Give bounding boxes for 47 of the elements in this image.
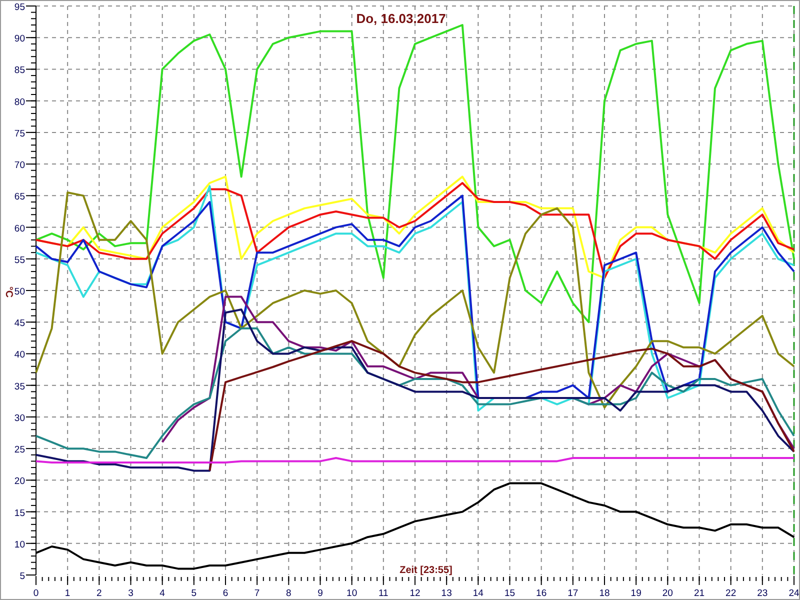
x-tick-label: 8 [286, 588, 292, 599]
x-tick-label: 10 [346, 588, 358, 599]
y-tick-label: 35 [14, 381, 25, 392]
y-tick-label: 45 [14, 318, 25, 330]
y-tick-label: 30 [14, 412, 25, 424]
y-tick-label: 40 [14, 350, 25, 361]
y-tick-label: 25 [14, 444, 25, 456]
x-tick-label: 16 [536, 588, 547, 599]
x-axis-title: Zeit [23:55] [400, 565, 452, 576]
y-tick-label: 75 [14, 128, 25, 140]
y-tick-label: 55 [14, 254, 25, 266]
x-tick-label: 20 [662, 588, 673, 599]
chart-title: Do, 16.03.2017 [356, 11, 446, 26]
y-tick-label: 85 [14, 65, 25, 76]
y-axis-title: °C [3, 286, 14, 298]
y-tick-label: 65 [14, 192, 25, 203]
x-tick-label: 14 [472, 588, 484, 599]
y-tick-label: 70 [14, 160, 25, 172]
x-tick-label: 0 [33, 588, 39, 599]
x-tick-label: 13 [441, 588, 452, 599]
x-tick-label: 1 [64, 588, 70, 599]
x-tick-label: 12 [410, 588, 420, 599]
x-tick-label: 6 [222, 588, 228, 599]
y-tick-label: 10 [14, 539, 25, 550]
y-tick-label: 95 [14, 2, 25, 13]
x-tick-label: 17 [568, 588, 578, 599]
x-tick-label: 24 [788, 588, 799, 599]
x-tick-label: 2 [96, 588, 102, 599]
y-tick-label: 50 [14, 286, 25, 298]
x-tick-label: 18 [599, 588, 610, 599]
y-tick-label: 80 [14, 96, 25, 108]
x-tick-label: 19 [630, 588, 642, 599]
x-tick-label: 22 [726, 588, 736, 599]
x-tick-label: 3 [128, 588, 134, 599]
x-tick-label: 15 [504, 588, 516, 599]
y-tick-label: 5 [20, 571, 25, 582]
y-tick-label: 90 [14, 34, 25, 45]
y-tick-label: 60 [14, 223, 25, 234]
x-tick-label: 21 [694, 588, 705, 599]
x-tick-label: 5 [191, 588, 197, 599]
x-tick-label: 23 [757, 588, 768, 599]
x-tick-label: 11 [378, 588, 388, 599]
x-tick-label: 4 [160, 588, 165, 599]
y-tick-label: 20 [14, 476, 25, 488]
x-tick-label: 9 [318, 588, 323, 599]
y-tick-label: 15 [14, 508, 25, 519]
x-tick-label: 7 [254, 588, 260, 599]
